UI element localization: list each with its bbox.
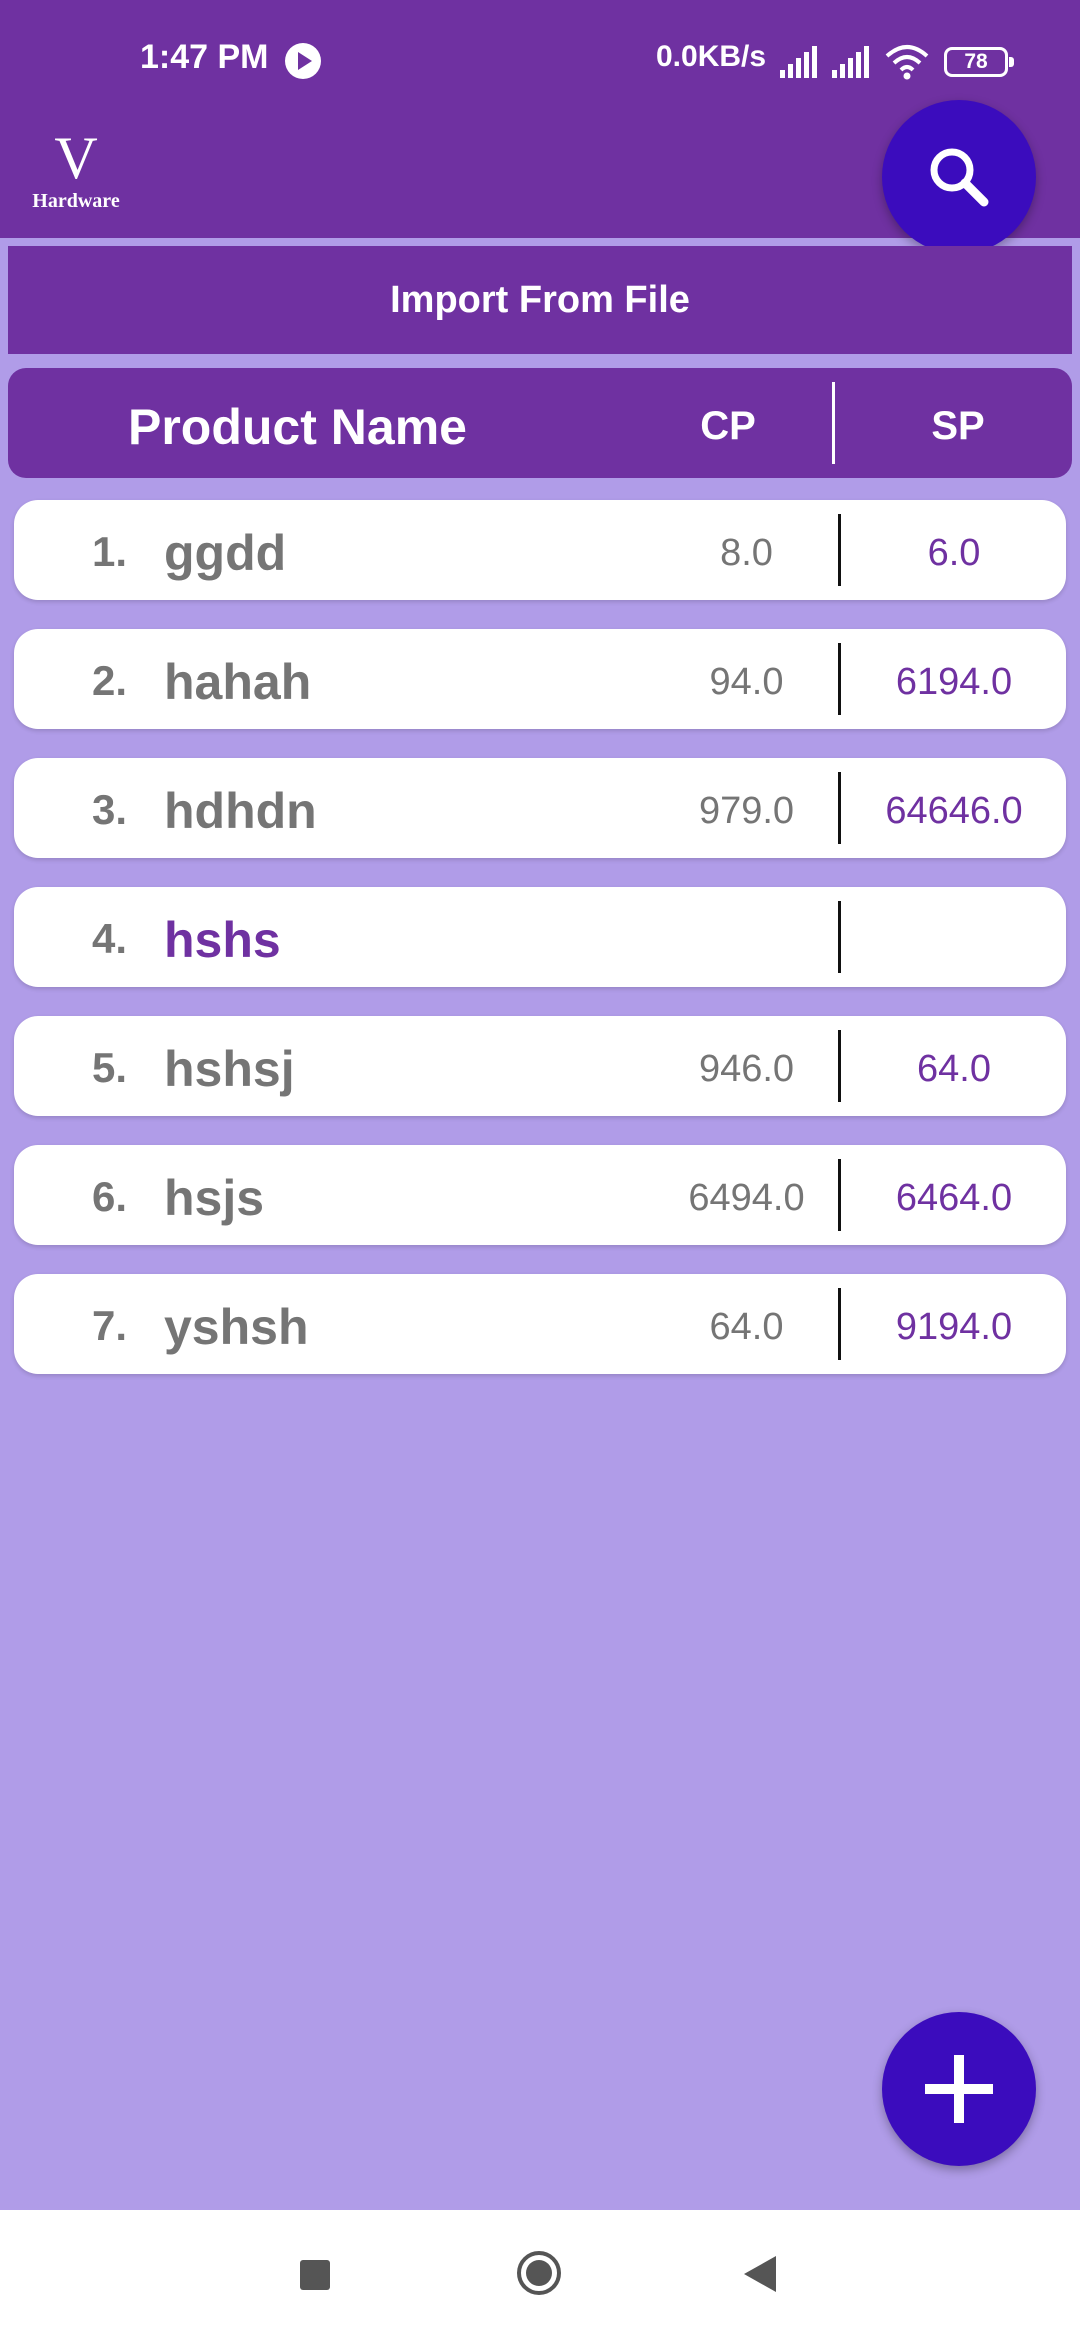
product-sp: 64646.0 <box>885 790 1023 832</box>
product-sp: 6464.0 <box>895 1177 1013 1219</box>
status-time: 1:47 PM <box>140 38 269 76</box>
product-sp: 6.0 <box>927 532 981 574</box>
product-name: ggdd <box>164 525 287 581</box>
recents-icon[interactable] <box>300 2260 330 2290</box>
row-number: 7. <box>92 1302 128 1349</box>
row-number: 5. <box>92 1044 128 1091</box>
product-row[interactable]: 2. hahah 94.0 6194.0 <box>14 629 1066 729</box>
signal-icon <box>832 46 869 78</box>
system-nav-bar <box>0 2210 1080 2340</box>
product-list: 1. ggdd 8.0 6.0 2. hahah 94.0 6194.0 3. … <box>14 500 1066 1403</box>
product-row[interactable]: 1. ggdd 8.0 6.0 <box>14 500 1066 600</box>
status-bar: 1:47 PM 0.0KB/s 78 <box>0 0 1080 100</box>
product-name: yshsh <box>164 1299 309 1355</box>
home-icon[interactable] <box>516 2250 562 2296</box>
product-name: hshsj <box>164 1041 295 1097</box>
product-name: hahah <box>164 654 312 710</box>
app-logo: V Hardware <box>26 128 126 218</box>
table-header: Product Name CP SP <box>8 368 1072 478</box>
row-divider <box>838 1288 841 1360</box>
row-number: 4. <box>92 915 128 962</box>
header-divider <box>832 382 835 464</box>
product-name: hshs <box>164 912 281 968</box>
row-number: 3. <box>92 786 128 833</box>
logo-text: Hardware <box>32 190 120 212</box>
network-speed: 0.0KB/s <box>656 40 767 73</box>
search-icon <box>930 148 989 207</box>
row-divider <box>838 643 841 715</box>
product-name: hsjs <box>164 1170 265 1226</box>
row-number: 6. <box>92 1173 128 1220</box>
product-sp: 9194.0 <box>895 1306 1013 1348</box>
row-divider <box>838 1030 841 1102</box>
header-cp: CP <box>700 404 756 448</box>
header-product-name: Product Name <box>128 399 467 455</box>
row-divider <box>838 1159 841 1231</box>
wifi-icon <box>885 45 929 80</box>
product-row[interactable]: 3. hdhdn 979.0 64646.0 <box>14 758 1066 858</box>
back-icon[interactable] <box>742 2254 778 2294</box>
search-button[interactable] <box>882 100 1036 254</box>
product-row[interactable]: 6. hsjs 6494.0 6464.0 <box>14 1145 1066 1245</box>
play-icon <box>285 43 321 79</box>
header-sp: SP <box>931 404 985 448</box>
logo-letter: V <box>54 125 98 191</box>
plus-icon <box>925 2055 993 2123</box>
product-row[interactable]: 7. yshsh 64.0 9194.0 <box>14 1274 1066 1374</box>
product-row[interactable]: 4. hshs <box>14 887 1066 987</box>
row-number: 1. <box>92 528 128 575</box>
battery-icon: 78 <box>944 47 1014 77</box>
row-divider <box>838 772 841 844</box>
row-divider <box>838 901 841 973</box>
product-sp: 64.0 <box>917 1048 991 1090</box>
product-row[interactable]: 5. hshsj 946.0 64.0 <box>14 1016 1066 1116</box>
add-product-button[interactable] <box>882 2012 1036 2166</box>
import-from-file-button[interactable]: Import From File <box>8 246 1072 354</box>
signal-icon <box>780 46 817 78</box>
row-divider <box>838 514 841 586</box>
product-sp: 6194.0 <box>895 661 1013 703</box>
row-number: 2. <box>92 657 128 704</box>
product-name: hdhdn <box>164 783 317 839</box>
